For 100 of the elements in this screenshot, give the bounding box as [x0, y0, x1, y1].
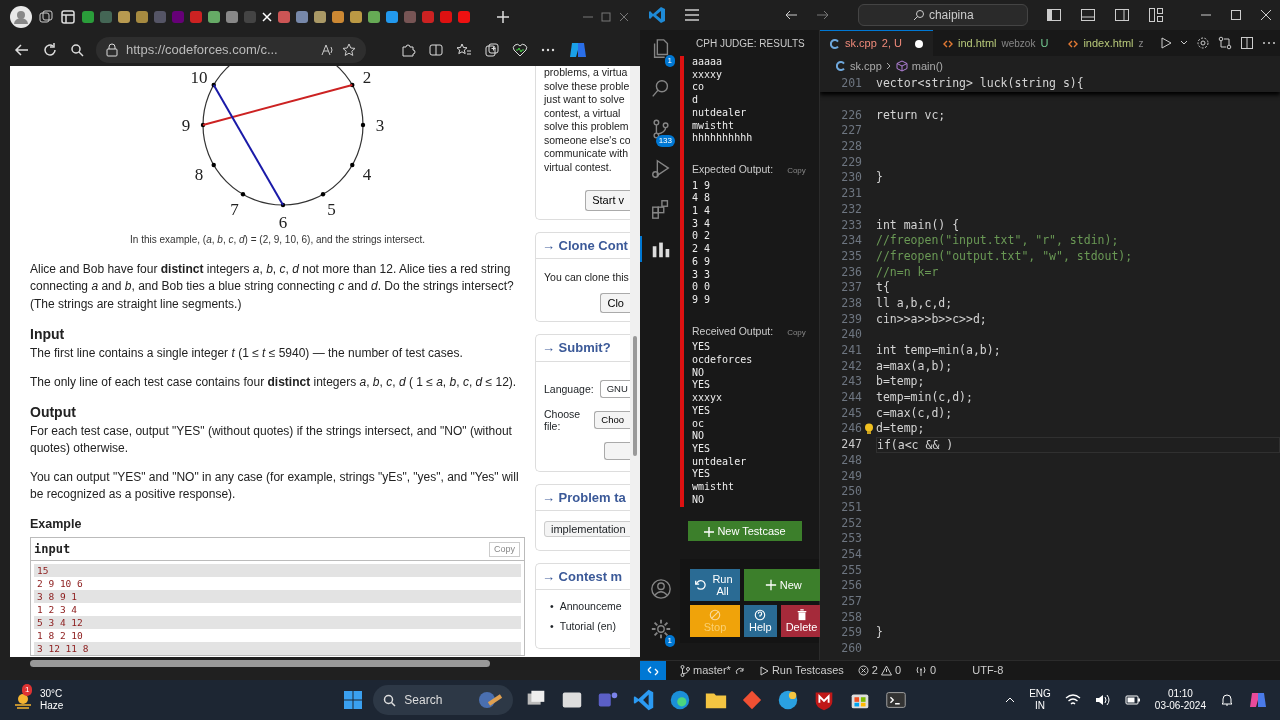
- tab-favicon-icon[interactable]: [118, 10, 130, 24]
- scrollbar-thumb-icon[interactable]: [633, 336, 637, 456]
- new-button[interactable]: New: [744, 569, 823, 601]
- language-indicator[interactable]: IN: [1029, 700, 1051, 712]
- lightbulb-icon[interactable]: [864, 423, 874, 436]
- back-icon[interactable]: [784, 8, 799, 22]
- tab-favicon-icon[interactable]: [422, 10, 434, 24]
- read-aloud-icon[interactable]: [320, 43, 334, 57]
- tab-favicon-icon[interactable]: [296, 10, 308, 24]
- run-testcases-button[interactable]: Run Testcases: [771, 662, 844, 679]
- collections-icon[interactable]: [484, 42, 500, 58]
- tab-favicon-icon[interactable]: [208, 10, 220, 24]
- volume-icon[interactable]: [1094, 693, 1111, 707]
- maximize-icon[interactable]: [1230, 9, 1242, 21]
- error-count[interactable]: 2: [871, 662, 878, 679]
- command-search[interactable]: chaipina: [858, 4, 1028, 26]
- back-icon[interactable]: [14, 42, 30, 58]
- run-debug-icon[interactable]: [650, 158, 672, 180]
- tab-favicon-icon[interactable]: [458, 10, 470, 24]
- tab-favicon-icon[interactable]: [368, 10, 380, 24]
- tab-actions-icon[interactable]: [60, 9, 76, 25]
- copy-button[interactable]: Copy: [787, 326, 806, 340]
- close-icon[interactable]: [1260, 9, 1272, 21]
- ports-count[interactable]: 0: [930, 662, 937, 679]
- layout-icon[interactable]: [1148, 7, 1164, 23]
- sync-icon[interactable]: [733, 665, 746, 676]
- language-indicator[interactable]: ENG: [1029, 688, 1051, 700]
- copilot-icon[interactable]: [568, 40, 588, 60]
- tab-favicon-icon[interactable]: [404, 10, 416, 24]
- sidebar-button[interactable]: Clo: [600, 292, 630, 313]
- settings-icon[interactable]: [1195, 36, 1210, 50]
- forward-icon[interactable]: [816, 8, 831, 22]
- battery-icon[interactable]: [1124, 693, 1141, 707]
- tab-favicon-icon[interactable]: [226, 10, 238, 24]
- split-editor-icon[interactable]: [1239, 36, 1254, 50]
- warning-count[interactable]: 0: [895, 662, 902, 679]
- bell-icon[interactable]: [1220, 693, 1234, 707]
- account-icon[interactable]: [650, 578, 672, 600]
- heart-pulse-icon[interactable]: [512, 42, 528, 58]
- sidebar-link[interactable]: Tutorial (en): [559, 620, 616, 634]
- tab-favicon-icon[interactable]: [190, 10, 202, 24]
- branch-name[interactable]: master*: [693, 662, 731, 679]
- delete-button[interactable]: Delete: [780, 605, 823, 637]
- chevron-down-icon[interactable]: [1179, 39, 1188, 47]
- output-line: nutdealer: [692, 106, 748, 120]
- sidebar-link[interactable]: Announceme: [559, 600, 622, 614]
- tab-favicon-icon[interactable]: [440, 10, 452, 24]
- star-icon[interactable]: [342, 43, 356, 57]
- address-bar[interactable]: https://codeforces.com/c...: [96, 37, 366, 63]
- toggle-secondary-sidebar-icon[interactable]: [1114, 7, 1130, 23]
- clock-time[interactable]: 01:10: [1154, 688, 1206, 700]
- scrollbar-thumb-icon[interactable]: [30, 660, 490, 667]
- copy-button[interactable]: Copy: [787, 164, 806, 178]
- clock-date[interactable]: 03-06-2024: [1154, 700, 1206, 712]
- remote-button[interactable]: [640, 660, 666, 681]
- split-screen-icon[interactable]: [428, 42, 444, 58]
- tab-favicon-icon[interactable]: [350, 10, 362, 24]
- unsaved-dot-icon[interactable]: [915, 39, 923, 48]
- new-tab-icon[interactable]: [496, 10, 510, 24]
- tab-favicon-icon[interactable]: [314, 10, 326, 24]
- new-testcase-button[interactable]: New Testcase: [688, 520, 802, 541]
- sidebar-button[interactable]: Start v: [585, 190, 630, 211]
- temperature[interactable]: 30°C: [40, 688, 64, 700]
- toggle-sidebar-icon[interactable]: [1046, 7, 1062, 23]
- help-button[interactable]: Help: [744, 605, 777, 637]
- profile-icon[interactable]: [10, 6, 32, 28]
- breadcrumb-item[interactable]: sk.cpp: [850, 57, 882, 75]
- copy-button[interactable]: Copy: [489, 541, 520, 557]
- workspaces-icon[interactable]: [38, 9, 54, 25]
- copilot-icon[interactable]: [1248, 690, 1268, 710]
- refresh-icon[interactable]: [42, 42, 58, 58]
- editor-tab[interactable]: index.html z: [1058, 30, 1154, 56]
- start-icon[interactable]: [343, 690, 364, 710]
- extensions-icon[interactable]: [400, 42, 416, 58]
- tab-favicon-icon[interactable]: [386, 10, 398, 24]
- encoding-label[interactable]: UTF-8: [972, 662, 1004, 679]
- tab-favicon-icon[interactable]: [136, 10, 148, 24]
- weather-condition[interactable]: Haze: [40, 700, 64, 712]
- search-icon[interactable]: [70, 43, 84, 57]
- tab-favicon-icon[interactable]: [278, 10, 290, 24]
- taskbar-search[interactable]: Search: [373, 685, 514, 715]
- tab-favicon-icon[interactable]: [100, 10, 112, 24]
- favorites-icon[interactable]: [456, 42, 472, 58]
- run-icon[interactable]: [1159, 37, 1172, 49]
- wifi-icon[interactable]: [1064, 693, 1081, 707]
- compare-changes-icon[interactable]: [1217, 36, 1232, 50]
- editor-tab[interactable]: sk.cpp 2, U: [820, 30, 933, 56]
- line-number: 237: [840, 280, 862, 296]
- run-all-button[interactable]: Run All: [690, 569, 740, 601]
- breadcrumb-item[interactable]: main(): [911, 57, 943, 75]
- chevron-up-icon[interactable]: [1005, 696, 1016, 704]
- tab-favicon-icon[interactable]: [82, 10, 94, 24]
- editor-tab[interactable]: ind.html webzok U: [933, 30, 1059, 56]
- menu-icon[interactable]: [684, 8, 700, 22]
- tag-chip[interactable]: implementation: [544, 521, 633, 537]
- line-number: 254: [840, 546, 862, 563]
- choose-file-button[interactable]: Choo: [594, 410, 630, 429]
- settings-icon[interactable]: [650, 618, 672, 640]
- toggle-panel-icon[interactable]: [1080, 7, 1096, 23]
- tab-favicon-icon[interactable]: [332, 10, 344, 24]
